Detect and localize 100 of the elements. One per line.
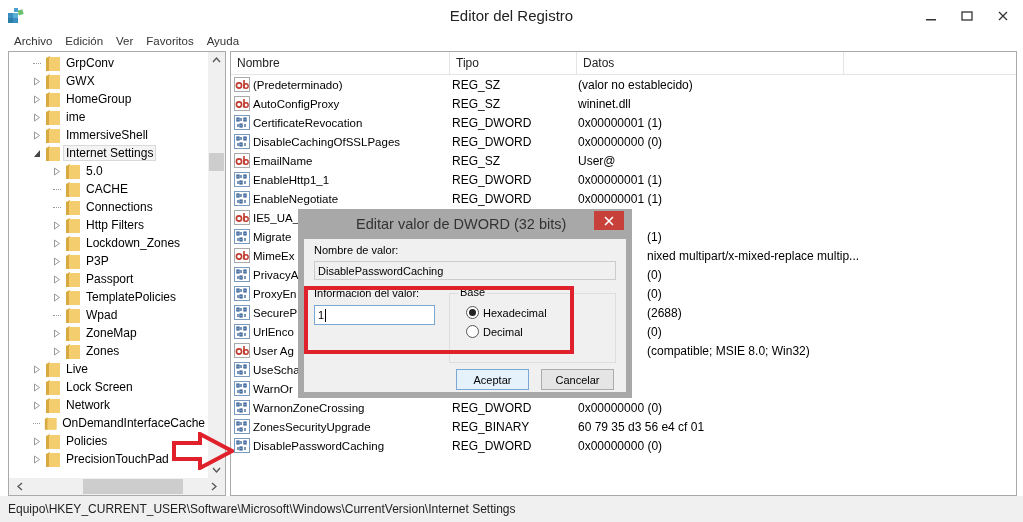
value-type: REG_SZ [452,153,500,168]
value-name-field[interactable]: DisablePasswordCaching [314,261,616,280]
tree-item[interactable]: Passport [83,271,137,287]
vertical-scrollbar[interactable] [208,52,225,478]
binary-value-icon [234,115,250,130]
collapse-arrow-icon[interactable] [33,148,41,158]
expand-arrow-icon[interactable] [53,238,61,248]
close-button[interactable] [594,211,624,230]
expand-arrow-icon[interactable] [53,166,61,176]
tree-item[interactable]: CACHE [83,181,131,197]
value-type: REG_DWORD [452,438,532,453]
accept-button[interactable]: Aceptar [456,369,529,390]
value-name[interactable]: PrivacyA [253,268,299,281]
folder-icon [65,324,81,342]
value-type: REG_DWORD [452,400,532,415]
expand-arrow-icon[interactable] [53,292,61,302]
tree-item[interactable]: PrecisionTouchPad [63,451,172,467]
column-header[interactable]: Datos [577,52,844,74]
value-name[interactable]: EmailName [253,154,313,167]
value-data: (1) [647,229,662,244]
menu-item[interactable]: Ayuda [206,35,240,47]
registry-cubes-icon [6,6,26,25]
tree-item[interactable]: ZoneMap [83,325,140,341]
menu-item[interactable]: Favoritos [146,35,194,47]
tree-item[interactable]: P3P [83,253,112,269]
value-name[interactable]: UseScha [253,363,300,376]
binary-value-icon [234,381,250,396]
tree-item[interactable]: Connections [83,199,156,215]
value-name[interactable]: EnableHttp1_1 [253,173,330,186]
tree-item[interactable]: Live [63,361,91,377]
scroll-right-icon[interactable] [211,482,217,491]
value-name[interactable]: ProxyEn [253,287,297,300]
tree-item[interactable]: ime [63,109,89,125]
value-name[interactable]: IE5_UA_ [253,211,300,224]
expand-arrow-icon[interactable] [33,400,41,410]
tree-item[interactable]: Network [63,397,113,413]
expand-arrow-icon[interactable] [53,328,61,338]
scroll-thumb[interactable] [83,479,183,494]
expand-arrow-icon[interactable] [53,274,61,284]
expand-arrow-icon[interactable] [33,436,41,446]
binary-value-icon [234,305,250,320]
value-name[interactable]: AutoConfigProxy [253,97,340,110]
tree-item[interactable]: GWX [63,73,98,89]
expand-arrow-icon[interactable] [33,454,41,464]
expand-arrow-icon[interactable] [33,382,41,392]
expand-arrow-icon[interactable] [33,130,41,140]
scroll-down-icon[interactable] [212,467,221,473]
value-name[interactable]: (Predeterminado) [253,78,343,91]
value-name[interactable]: User Ag [253,344,294,357]
horizontal-scrollbar[interactable] [9,478,225,495]
scroll-thumb[interactable] [209,153,224,171]
column-header[interactable]: Nombre [231,52,450,74]
value-data: (0) [647,286,662,301]
close-icon[interactable] [997,10,1009,21]
expand-arrow-icon[interactable] [33,94,41,104]
value-name[interactable]: Migrate [253,230,292,243]
scroll-left-icon[interactable] [17,482,23,491]
tree-item[interactable]: Wpad [83,307,121,323]
tree-item[interactable]: TemplatePolicies [83,289,180,305]
menu-item[interactable]: Edición [65,35,104,47]
value-name[interactable]: UrlEnco [253,325,294,338]
radio-label[interactable]: Hexadecimal [483,306,547,319]
value-name[interactable]: WarnOr [253,382,293,395]
tree-item[interactable]: Lock Screen [63,379,136,395]
tree-item[interactable]: HomeGroup [63,91,135,107]
value-name[interactable]: DisablePasswordCaching [253,439,385,452]
menu-item[interactable]: Archivo [14,35,53,47]
expand-arrow-icon[interactable] [53,346,61,356]
radio-button[interactable] [466,325,479,338]
column-header[interactable]: Tipo [450,52,577,74]
maximize-icon[interactable] [961,10,973,21]
expand-arrow-icon[interactable] [53,220,61,230]
cancel-button[interactable]: Cancelar [541,369,614,390]
expand-arrow-icon[interactable] [33,364,41,374]
expand-arrow-icon[interactable] [33,112,41,122]
value-data-field[interactable]: 1 [314,305,435,325]
folder-icon [45,450,61,468]
tree-item[interactable]: Lockdown_Zones [83,235,184,251]
tree-item[interactable]: Internet Settings [63,145,157,161]
tree-item[interactable]: ImmersiveShell [63,127,152,143]
expand-arrow-icon[interactable] [53,256,61,266]
tree-item[interactable]: Zones [83,343,123,359]
value-name[interactable]: MimeEx [253,249,295,262]
tree-item[interactable]: GrpConv [63,55,118,71]
tree-item[interactable]: OnDemandInterfaceCache [59,415,208,431]
tree-item[interactable]: Policies [63,433,111,449]
tree-item[interactable]: 5.0 [83,163,106,179]
value-name[interactable]: EnableNegotiate [253,192,339,205]
value-name[interactable]: ZonesSecurityUpgrade [253,420,371,433]
tree-item[interactable]: Http Filters [83,217,147,233]
menu-item[interactable]: Ver [116,35,134,47]
radio-button[interactable] [466,306,479,319]
value-name[interactable]: WarnonZoneCrossing [253,401,365,414]
radio-label[interactable]: Decimal [483,325,523,338]
scroll-up-icon[interactable] [212,57,221,63]
value-name[interactable]: SecureP [253,306,298,319]
value-name[interactable]: CertificateRevocation [253,116,363,129]
expand-arrow-icon[interactable] [33,76,41,86]
value-name[interactable]: DisableCachingOfSSLPages [253,135,401,148]
binary-value-icon [234,419,250,434]
